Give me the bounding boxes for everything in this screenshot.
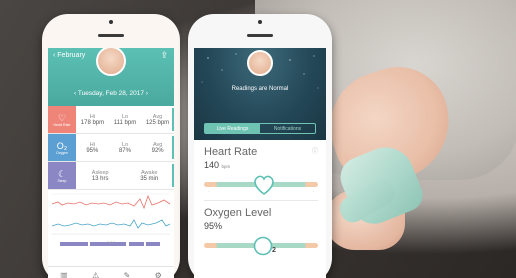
trend-charts-svg bbox=[51, 193, 171, 246]
right-screen: Readings are Normal Live Readings Notifi… bbox=[194, 48, 326, 278]
settings-icon[interactable]: ⚙ bbox=[155, 271, 162, 278]
heart-rate-title: Heart Rate bbox=[204, 146, 258, 158]
oxygen-tile: O₂ Oxygen bbox=[48, 134, 76, 161]
gauge-low-tick: · bbox=[208, 190, 210, 194]
back-label: February bbox=[57, 52, 86, 59]
trend-charts bbox=[48, 190, 174, 264]
heart-marker-icon bbox=[254, 175, 274, 195]
pen-icon[interactable]: ✎ bbox=[124, 271, 131, 278]
heart-icon: ♡ bbox=[57, 112, 67, 123]
heart-rate-row[interactable]: ♡ Heart Rate Hi 178 bpm Lo 111 bpm Avg 125 … bbox=[48, 106, 174, 134]
oxygen-lo: 87% bbox=[118, 147, 131, 154]
heart-rate-trend-line bbox=[51, 194, 171, 210]
oxygen-avg: 92% bbox=[151, 147, 164, 154]
baby-avatar bbox=[96, 48, 126, 76]
gauge-high-tick: · bbox=[312, 190, 314, 194]
heart-rate-value: 140 bbox=[204, 160, 220, 170]
back-button[interactable]: ‹ February bbox=[53, 52, 85, 59]
oxygen-card: Oxygen Level 95% 2 bbox=[194, 201, 326, 257]
oxygen-value: 95% bbox=[204, 221, 223, 231]
oxygen-marker-label: 2 bbox=[272, 247, 276, 254]
right-phone: Readings are Normal Live Readings Notifi… bbox=[188, 14, 332, 278]
tab-notifications[interactable]: Notifications bbox=[260, 124, 315, 133]
row-accent bbox=[172, 108, 174, 131]
phone-speaker bbox=[98, 34, 124, 37]
heart-rate-tile-label: Heart Rate bbox=[53, 122, 71, 127]
right-header: Readings are Normal Live Readings Notifi… bbox=[194, 48, 326, 140]
heart-rate-tile: ♡ Heart Rate bbox=[48, 106, 76, 133]
segmented-tabs: Live Readings Notifications bbox=[204, 123, 316, 134]
heart-rate-unit: bpm bbox=[221, 164, 231, 169]
oxygen-trend-line bbox=[51, 219, 171, 229]
sleep-icon: ☾ bbox=[57, 168, 67, 179]
sleep-row[interactable]: ☾ Sleep Asleep 13 hrs Awake 35 min bbox=[48, 162, 174, 190]
sleep-awake: 35 min bbox=[140, 175, 159, 182]
heart-rate-avg: 125 bpm bbox=[145, 119, 170, 126]
oxygen-row[interactable]: O₂ Oxygen Hi 95% Lo 87% Avg 92% bbox=[48, 134, 174, 162]
awake-label: Awake bbox=[140, 169, 158, 176]
sleep-asleep: 13 hrs bbox=[91, 175, 109, 182]
readings-status: Readings are Normal bbox=[231, 86, 289, 92]
avg-label: Avg bbox=[152, 141, 163, 148]
baby-avatar bbox=[247, 50, 273, 76]
oxygen-hi: 95% bbox=[86, 147, 99, 154]
page-indicator: • • • bbox=[106, 240, 116, 246]
left-phone: ‹ February ⇪ ‹ Tuesday, Feb 28, 2017 › ♡… bbox=[42, 14, 180, 278]
front-camera bbox=[258, 20, 262, 24]
row-accent bbox=[172, 136, 174, 159]
asleep-label: Asleep bbox=[91, 169, 109, 176]
oxygen-tile-label: Oxygen bbox=[55, 150, 69, 155]
tab-live-readings[interactable]: Live Readings bbox=[205, 124, 260, 133]
left-screen: ‹ February ⇪ ‹ Tuesday, Feb 28, 2017 › ♡… bbox=[48, 48, 174, 278]
warning-icon[interactable]: ⚠ bbox=[92, 271, 99, 278]
oxygen-marker-icon bbox=[253, 236, 273, 256]
share-icon[interactable]: ⇪ bbox=[160, 50, 168, 61]
left-header: ‹ February ⇪ ‹ Tuesday, Feb 28, 2017 › bbox=[48, 48, 174, 106]
row-accent bbox=[172, 164, 174, 187]
oxygen-icon: O₂ bbox=[56, 140, 68, 151]
date-navigator[interactable]: ‹ Tuesday, Feb 28, 2017 › bbox=[48, 90, 174, 97]
phone-speaker bbox=[247, 34, 273, 37]
oxygen-gauge: 2 bbox=[204, 235, 318, 257]
sleep-tile: ☾ Sleep bbox=[48, 162, 76, 189]
sleep-tile-label: Sleep bbox=[57, 178, 67, 183]
info-icon[interactable]: ⓘ bbox=[312, 146, 318, 155]
heart-rate-gauge: · · bbox=[204, 174, 318, 196]
tab-bar: ▥ ⚠ ✎ ⚙ bbox=[48, 266, 174, 278]
heart-rate-lo: 111 bpm bbox=[113, 119, 137, 126]
oxygen-title: Oxygen Level bbox=[204, 207, 272, 219]
bar-chart-icon[interactable]: ▥ bbox=[60, 271, 68, 278]
heart-rate-card: Heart Rate ⓘ 140 bpm · · bbox=[194, 140, 326, 196]
heart-rate-hi: 178 bpm bbox=[80, 119, 105, 126]
front-camera bbox=[109, 20, 113, 24]
current-date: Tuesday, Feb 28, 2017 bbox=[77, 90, 144, 97]
